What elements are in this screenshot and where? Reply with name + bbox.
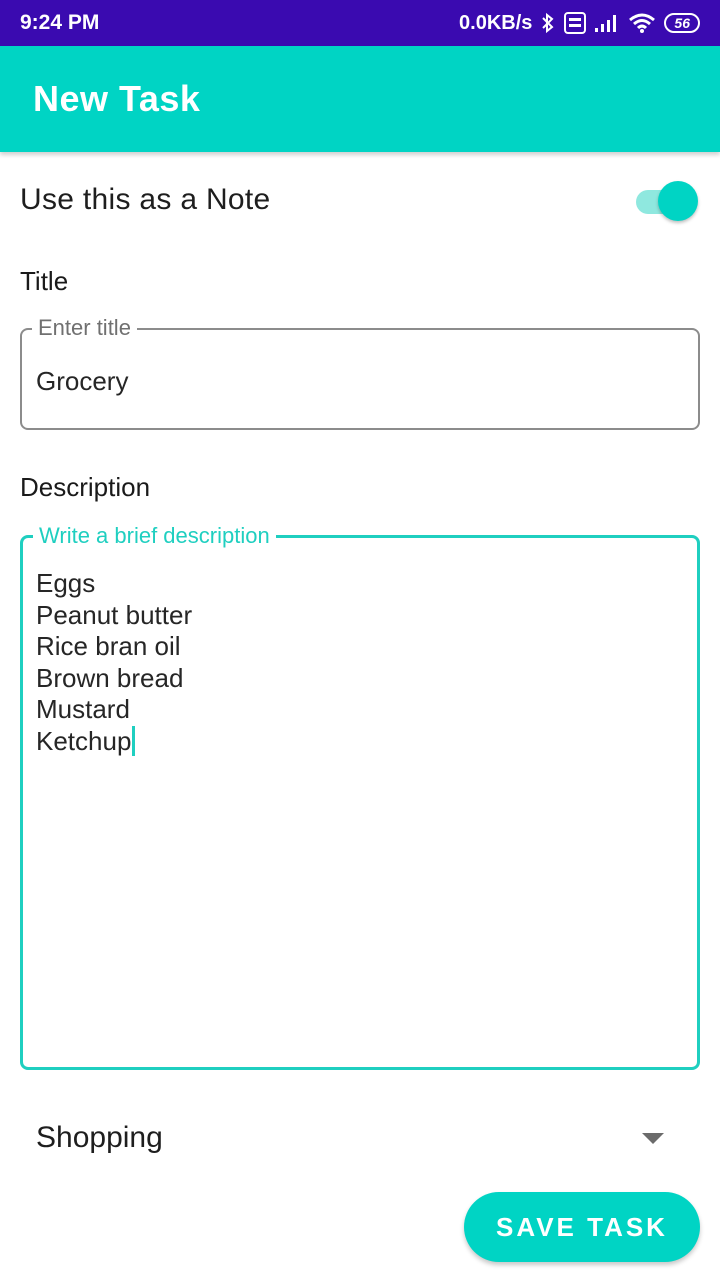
description-line-text: Ketchup [36,725,132,756]
description-text[interactable]: Eggs Peanut butter Rice bran oil Brown b… [36,568,192,757]
text-cursor [132,725,136,756]
note-toggle-switch[interactable] [634,180,700,221]
description-line: Peanut butter [36,599,193,630]
description-last-line: Ketchup [36,725,192,758]
signal-icon [594,13,620,33]
network-speed: 0.0KB/s [459,11,533,34]
page-title: New Task [33,78,201,119]
title-field-value[interactable]: Grocery [36,366,128,397]
category-dropdown[interactable]: Shopping [20,1106,700,1170]
volte-icon [564,12,587,34]
bluetooth-icon [540,12,556,34]
status-bar: 9:24 PM 0.0KB/s 56 [0,0,720,46]
category-selected-value: Shopping [36,1121,163,1154]
description-line: Mustard [36,694,130,724]
title-field-hint: Enter title [32,314,137,342]
status-time: 9:24 PM [20,11,100,34]
note-toggle-row[interactable]: Use this as a Note [20,170,700,230]
note-toggle-label: Use this as a Note [20,183,271,216]
description-section-label: Description [20,472,151,502]
battery-icon: 56 [664,13,700,33]
status-icons: 0.0KB/s 56 [459,12,700,35]
title-field[interactable]: Enter title Grocery [20,314,700,430]
description-line: Rice bran oil [36,631,181,661]
title-section-label: Title [20,266,69,296]
description-field[interactable]: Write a brief description Eggs Peanut bu… [20,522,700,1070]
save-task-button[interactable]: SAVE TASK [464,1192,700,1262]
wifi-icon [628,12,656,34]
app-bar: New Task [0,46,720,152]
description-line: Eggs [36,568,96,598]
dropdown-arrow-icon[interactable] [642,1132,664,1144]
description-field-hint: Write a brief description [33,522,276,550]
description-line: Brown bread [36,662,184,693]
switch-thumb [658,181,698,221]
